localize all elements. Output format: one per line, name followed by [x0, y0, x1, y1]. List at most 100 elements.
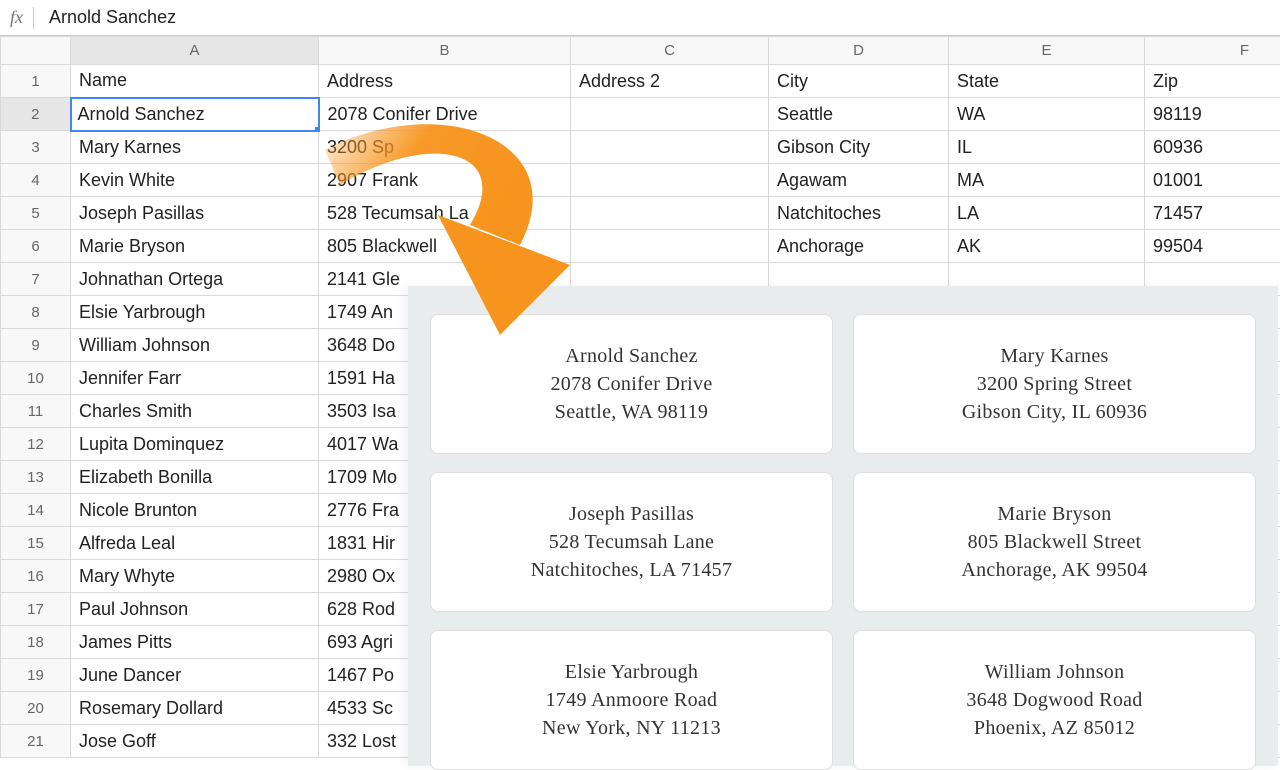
col-header-c[interactable]: C [571, 37, 769, 65]
col-header-b[interactable]: B [319, 37, 571, 65]
row-header[interactable]: 10 [1, 362, 71, 395]
row-header[interactable]: 17 [1, 593, 71, 626]
cell[interactable]: Mary Karnes [71, 131, 319, 164]
select-all-corner[interactable] [1, 37, 71, 65]
label-city-state-zip: New York, NY 11213 [542, 714, 721, 742]
cell[interactable]: 99504 [1145, 230, 1280, 263]
row-header[interactable]: 14 [1, 494, 71, 527]
cell[interactable]: Elsie Yarbrough [71, 296, 319, 329]
cell[interactable]: Jennifer Farr [71, 362, 319, 395]
cell[interactable]: WA [949, 98, 1145, 131]
row-header[interactable]: 12 [1, 428, 71, 461]
cell[interactable]: 71457 [1145, 197, 1280, 230]
col-header-e[interactable]: E [949, 37, 1145, 65]
cell[interactable]: Lupita Dominquez [71, 428, 319, 461]
cell[interactable]: Zip [1145, 65, 1280, 98]
cell[interactable]: Nicole Brunton [71, 494, 319, 527]
row-header[interactable]: 21 [1, 725, 71, 758]
label-street: 805 Blackwell Street [968, 528, 1142, 556]
table-row: 5Joseph Pasillas528 Tecumsah La Natchitoc… [1, 197, 1280, 230]
cell[interactable] [571, 230, 769, 263]
row-header[interactable]: 11 [1, 395, 71, 428]
cell[interactable]: Paul Johnson [71, 593, 319, 626]
row-header[interactable]: 18 [1, 626, 71, 659]
row-header[interactable]: 13 [1, 461, 71, 494]
label-street: 3648 Dogwood Road [966, 686, 1142, 714]
cell[interactable]: MA [949, 164, 1145, 197]
row-header[interactable]: 16 [1, 560, 71, 593]
address-label-card: Marie Bryson805 Blackwell StreetAnchorag… [853, 472, 1256, 612]
cell[interactable]: Arnold Sanchez [71, 98, 319, 131]
label-street: 1749 Anmoore Road [546, 686, 718, 714]
table-row: 2Arnold Sanchez2078 Conifer Drive Seattle… [1, 98, 1280, 131]
cell[interactable]: Gibson City [769, 131, 949, 164]
label-city-state-zip: Natchitoches, LA 71457 [531, 556, 733, 584]
cell[interactable]: 01001 [1145, 164, 1280, 197]
cell[interactable]: Johnathan Ortega [71, 263, 319, 296]
cell[interactable]: City [769, 65, 949, 98]
address-label-card: Arnold Sanchez2078 Conifer DriveSeattle,… [430, 314, 833, 454]
col-header-d[interactable]: D [769, 37, 949, 65]
cell[interactable]: Kevin White [71, 164, 319, 197]
label-name: William Johnson [985, 658, 1125, 686]
label-grid: Arnold Sanchez2078 Conifer DriveSeattle,… [430, 314, 1256, 770]
row-header[interactable]: 19 [1, 659, 71, 692]
cell[interactable] [571, 197, 769, 230]
table-row: 6Marie Bryson805 Blackwell AnchorageAK995… [1, 230, 1280, 263]
label-name: Joseph Pasillas [569, 500, 694, 528]
row-header[interactable]: 9 [1, 329, 71, 362]
cell[interactable]: 2078 Conifer Drive [319, 98, 571, 131]
cell[interactable]: 2907 Frank [319, 164, 571, 197]
cell[interactable]: AK [949, 230, 1145, 263]
cell[interactable]: 3200 Sp [319, 131, 571, 164]
cell[interactable]: Natchitoches [769, 197, 949, 230]
row-header[interactable]: 8 [1, 296, 71, 329]
row-header[interactable]: 1 [1, 65, 71, 98]
cell[interactable]: 805 Blackwell [319, 230, 571, 263]
table-row: 4Kevin White2907 Frank AgawamMA01001 [1, 164, 1280, 197]
row-header[interactable]: 3 [1, 131, 71, 164]
cell[interactable]: 60936 [1145, 131, 1280, 164]
cell[interactable]: Marie Bryson [71, 230, 319, 263]
row-header[interactable]: 15 [1, 527, 71, 560]
cell[interactable]: Address [319, 65, 571, 98]
cell[interactable] [571, 131, 769, 164]
cell[interactable]: William Johnson [71, 329, 319, 362]
label-name: Mary Karnes [1000, 342, 1108, 370]
cell[interactable]: June Dancer [71, 659, 319, 692]
row-header[interactable]: 4 [1, 164, 71, 197]
cell[interactable]: Agawam [769, 164, 949, 197]
address-label-card: William Johnson3648 Dogwood RoadPhoenix,… [853, 630, 1256, 770]
cell[interactable]: 528 Tecumsah La [319, 197, 571, 230]
labels-preview-overlay: Arnold Sanchez2078 Conifer DriveSeattle,… [408, 286, 1278, 766]
cell[interactable]: Elizabeth Bonilla [71, 461, 319, 494]
cell[interactable]: 98119 [1145, 98, 1280, 131]
cell[interactable]: James Pitts [71, 626, 319, 659]
cell[interactable]: Jose Goff [71, 725, 319, 758]
cell[interactable]: Rosemary Dollard [71, 692, 319, 725]
row-header[interactable]: 7 [1, 263, 71, 296]
cell[interactable]: Anchorage [769, 230, 949, 263]
cell[interactable]: Charles Smith [71, 395, 319, 428]
col-header-f[interactable]: F [1145, 37, 1280, 65]
cell[interactable]: Name [71, 65, 319, 98]
row-header[interactable]: 5 [1, 197, 71, 230]
col-header-a[interactable]: A [71, 37, 319, 65]
cell[interactable]: Joseph Pasillas [71, 197, 319, 230]
column-header-row: A B C D E F [1, 37, 1280, 65]
cell[interactable]: LA [949, 197, 1145, 230]
formula-input[interactable] [49, 3, 1280, 32]
cell[interactable] [571, 98, 769, 131]
cell[interactable] [571, 164, 769, 197]
fx-icon: fx [10, 7, 23, 28]
cell[interactable]: State [949, 65, 1145, 98]
cell[interactable]: Mary Whyte [71, 560, 319, 593]
cell[interactable]: IL [949, 131, 1145, 164]
cell[interactable]: Alfreda Leal [71, 527, 319, 560]
row-header[interactable]: 20 [1, 692, 71, 725]
cell[interactable]: Address 2 [571, 65, 769, 98]
row-header[interactable]: 2 [1, 98, 71, 131]
formula-bar: fx [0, 0, 1280, 36]
row-header[interactable]: 6 [1, 230, 71, 263]
cell[interactable]: Seattle [769, 98, 949, 131]
